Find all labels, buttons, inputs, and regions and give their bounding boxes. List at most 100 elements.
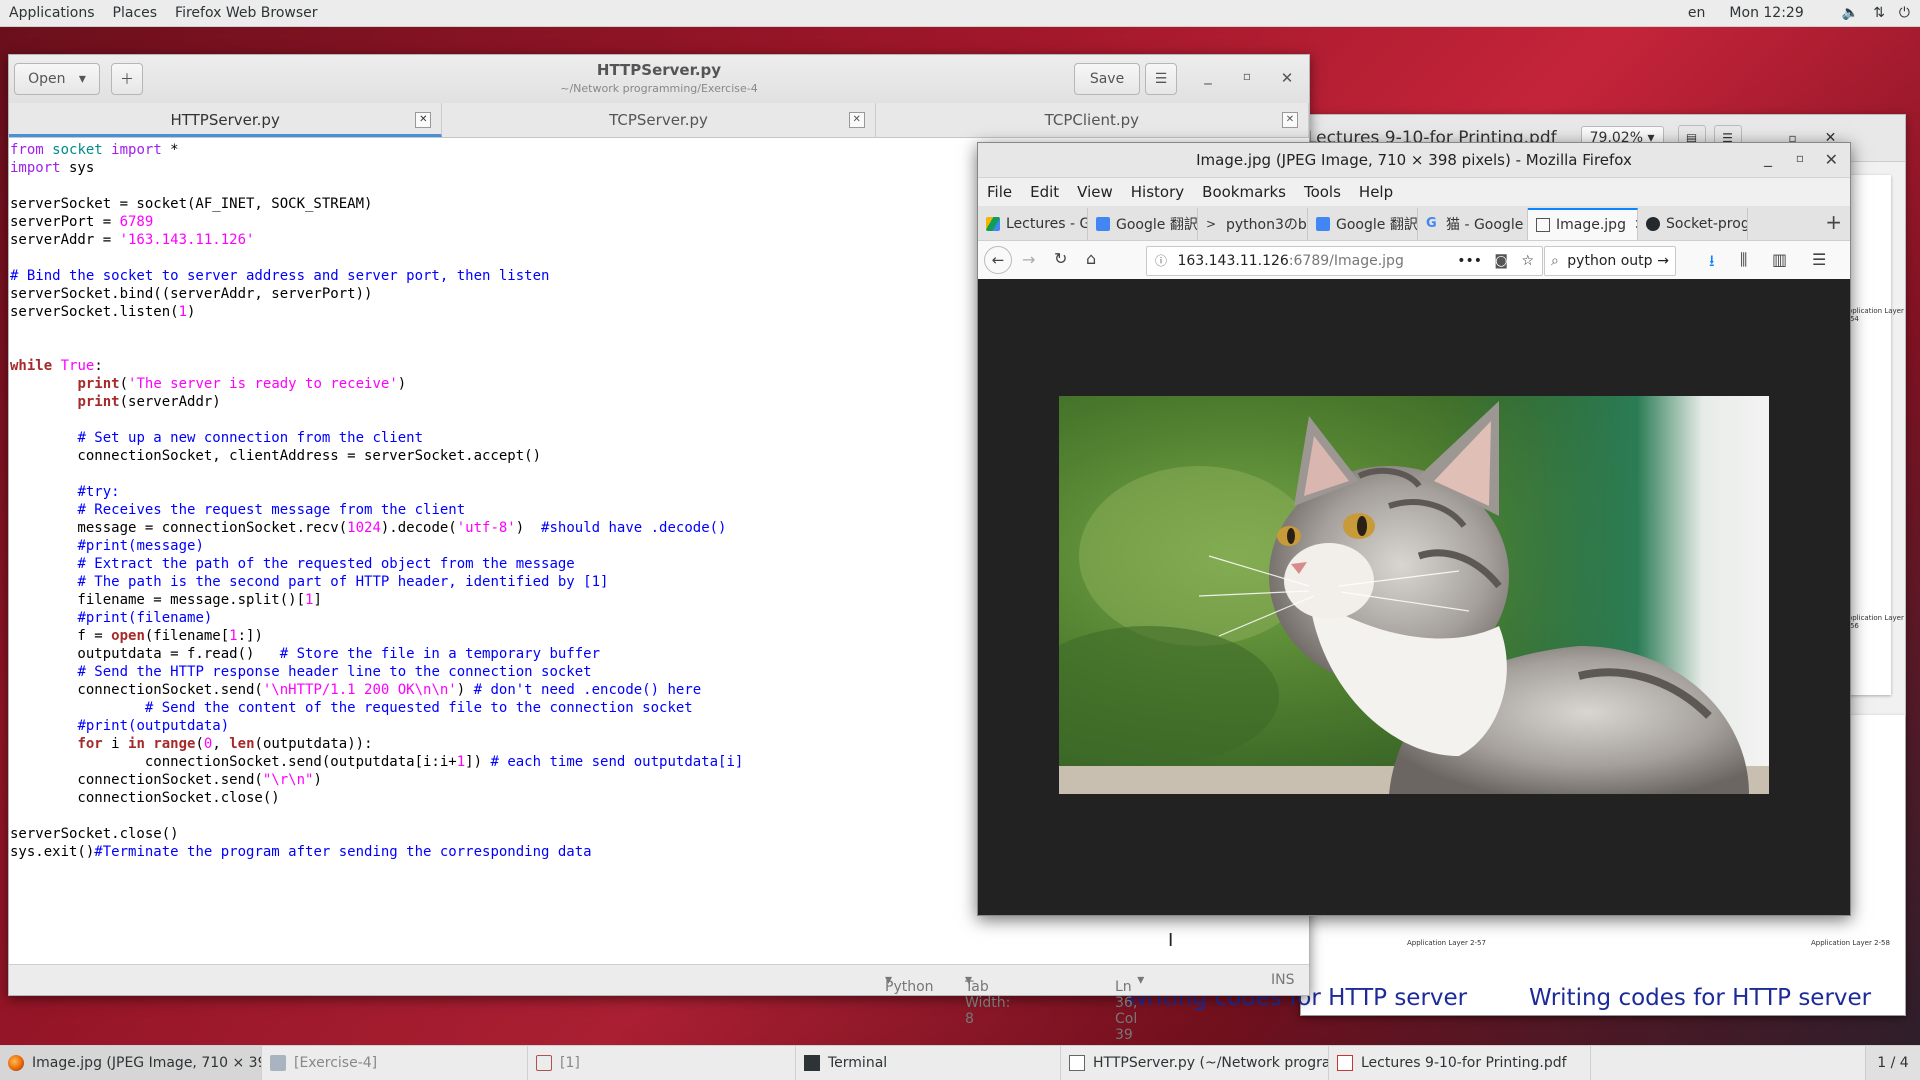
tab-tcpserver[interactable]: TCPServer.py ✕ <box>442 103 876 137</box>
firefox-icon <box>8 1055 24 1071</box>
minimize-button[interactable]: _ <box>1197 67 1219 85</box>
search-icon: ⌕ <box>1551 253 1559 269</box>
clock[interactable]: Mon 12:29 <box>1729 5 1803 21</box>
tab-tcpclient[interactable]: TCPClient.py ✕ <box>876 103 1309 137</box>
taskbar-item-terminal[interactable]: Terminal <box>796 1046 1061 1080</box>
translate-icon <box>1316 217 1330 231</box>
menu-view[interactable]: View <box>1068 183 1122 201</box>
close-button[interactable]: ✕ <box>1276 69 1298 87</box>
volume-icon[interactable]: 🔈 <box>1842 5 1859 21</box>
language-selector[interactable]: Python ▾ <box>885 972 934 995</box>
maximize-button[interactable]: ▫ <box>1236 69 1258 83</box>
gedit-icon <box>1069 1055 1085 1071</box>
page-actions-icon[interactable]: ••• <box>1457 247 1482 275</box>
browser-tab-active[interactable]: Image.jpg✕ <box>1528 208 1638 240</box>
browser-tab[interactable]: > python3のb <box>1198 208 1308 240</box>
text-editor-icon <box>536 1055 552 1071</box>
cursor-position[interactable]: Ln 36, Col 39 ▾ <box>1115 972 1144 1043</box>
sidebar-icon[interactable]: ▥ <box>1772 250 1787 269</box>
taskbar-item-firefox[interactable]: Image.jpg (JPEG Image, 710 × 398 ... <box>0 1046 262 1080</box>
tab-width-selector[interactable]: Tab Width: 8 ▾ <box>965 972 1010 1027</box>
pocket-icon[interactable]: ◙ <box>1494 247 1508 275</box>
power-icon[interactable]: ⏻ <box>1899 5 1910 21</box>
close-tab-icon[interactable]: ✕ <box>1281 112 1298 128</box>
browser-tab[interactable]: Google 翻訳 <box>1308 208 1418 240</box>
menu-bookmarks[interactable]: Bookmarks <box>1193 183 1295 201</box>
hamburger-menu-button[interactable]: ☰ <box>1145 63 1177 95</box>
back-button[interactable]: ← <box>984 246 1012 274</box>
menu-edit[interactable]: Edit <box>1021 183 1068 201</box>
firefox-window[interactable]: Image.jpg (JPEG Image, 710 × 398 pixels)… <box>977 142 1851 916</box>
taskbar-item-files[interactable]: [Exercise-4] <box>262 1046 528 1080</box>
save-button[interactable]: Save <box>1074 63 1140 95</box>
github-icon <box>1646 217 1660 231</box>
google-icon: G <box>1426 216 1437 231</box>
gedit-headerbar: Open ▾ ＋ HTTPServer.py ~/Network program… <box>9 55 1309 104</box>
search-go-icon[interactable]: → <box>1657 247 1669 275</box>
url-path: :6789/Image.jpg <box>1288 253 1404 269</box>
new-tab-button[interactable]: + <box>1825 210 1842 234</box>
menu-history[interactable]: History <box>1122 183 1193 201</box>
bookmark-star-icon[interactable]: ☆ <box>1521 247 1534 275</box>
close-tab-icon[interactable]: ✕ <box>848 112 865 128</box>
home-icon[interactable]: ⌂ <box>1086 249 1096 268</box>
library-icon[interactable]: ⫼ <box>1740 250 1747 270</box>
taskbar-item-pdf[interactable]: Lectures 9-10-for Printing.pdf <box>1329 1046 1591 1080</box>
taskbar-item-text[interactable]: [1] <box>528 1046 796 1080</box>
forward-button[interactable]: → <box>1022 250 1035 269</box>
menu-tools[interactable]: Tools <box>1295 183 1350 201</box>
browser-tab[interactable]: G猫 - Google <box>1418 208 1528 240</box>
terminal-icon <box>804 1055 820 1071</box>
drive-icon <box>986 217 1000 231</box>
pdf-icon <box>1337 1055 1353 1071</box>
active-app-menu[interactable]: Firefox Web Browser <box>166 5 327 21</box>
top-panel: Applications Places Firefox Web Browser … <box>0 0 1920 27</box>
pdf-slide-title-right: Writing codes for HTTP server <box>1529 985 1872 1011</box>
browser-tab[interactable]: Socket-prog <box>1638 208 1748 240</box>
reload-button[interactable]: ↻ <box>1054 249 1067 268</box>
close-tab-icon[interactable]: ✕ <box>415 112 432 128</box>
folder-icon <box>270 1055 286 1071</box>
downloads-icon[interactable]: ⭳ <box>1709 250 1715 277</box>
image-icon <box>1536 218 1550 232</box>
ff-close-button[interactable]: ✕ <box>1825 150 1838 169</box>
pdf-footer-left: Application Layer 2-57 <box>1407 939 1486 947</box>
firefox-titlebar: Image.jpg (JPEG Image, 710 × 398 pixels)… <box>978 143 1850 178</box>
browser-tab[interactable]: Google 翻訳 <box>1088 208 1198 240</box>
text-cursor-icon: I <box>1168 930 1174 951</box>
kitten-picture <box>1059 396 1769 794</box>
search-box[interactable]: ⌕ python outp → <box>1544 246 1676 276</box>
search-input[interactable]: python outp <box>1567 253 1652 269</box>
firefox-menubar: File Edit View History Bookmarks Tools H… <box>978 178 1850 206</box>
navigation-toolbar: ← → ↻ ⌂ ⓘ 163.143.11.126:6789/Image.jpg … <box>978 241 1850 280</box>
document-tabs: HTTPServer.py ✕ TCPServer.py ✕ TCPClient.p… <box>9 103 1309 138</box>
network-icon[interactable]: ⇅ <box>1873 5 1885 21</box>
firefox-tabbar: Lectures - G Google 翻訳 > python3のb Google… <box>978 206 1850 241</box>
menu-help[interactable]: Help <box>1350 183 1402 201</box>
firefox-title: Image.jpg (JPEG Image, 710 × 398 pixels)… <box>1196 151 1632 169</box>
pdf-footer-upper: Application Layer 2-54 <box>1843 307 1904 323</box>
insert-mode: INS <box>1271 972 1295 988</box>
ff-minimize-button[interactable]: _ <box>1764 148 1772 167</box>
workspace-indicator[interactable]: 1 / 4 <box>1865 1046 1920 1080</box>
keyboard-layout-indicator[interactable]: en <box>1688 5 1706 21</box>
places-menu[interactable]: Places <box>104 5 167 21</box>
tab-httpserver[interactable]: HTTPServer.py ✕ <box>9 103 443 137</box>
image-viewport <box>978 279 1850 915</box>
info-icon[interactable]: ⓘ <box>1155 254 1167 268</box>
taskbar-item-gedit[interactable]: HTTPServer.py (~/Network progra... <box>1061 1046 1329 1080</box>
taskbar: Image.jpg (JPEG Image, 710 × 398 ... [Ex… <box>0 1045 1920 1080</box>
url-host: 163.143.11.126 <box>1177 253 1289 269</box>
menu-file[interactable]: File <box>978 183 1021 201</box>
translate-icon <box>1096 217 1110 231</box>
ff-maximize-button[interactable]: ▫ <box>1796 151 1804 165</box>
kitten-image[interactable] <box>1059 396 1769 794</box>
url-bar[interactable]: ⓘ 163.143.11.126:6789/Image.jpg ••• ◙ ☆ <box>1146 246 1543 276</box>
app-menu-icon[interactable]: ☰ <box>1812 250 1826 269</box>
terminal-prompt-icon: > <box>1206 217 1217 231</box>
applications-menu[interactable]: Applications <box>0 5 104 21</box>
browser-tab[interactable]: Lectures - G <box>978 208 1088 240</box>
pdf-footer-mid: Application Layer 2-56 <box>1843 614 1904 630</box>
status-bar: Python ▾ Tab Width: 8 ▾ Ln 36, Col 39 ▾ … <box>9 964 1309 1043</box>
pdf-footer-right: Application Layer 2-58 <box>1811 939 1890 947</box>
